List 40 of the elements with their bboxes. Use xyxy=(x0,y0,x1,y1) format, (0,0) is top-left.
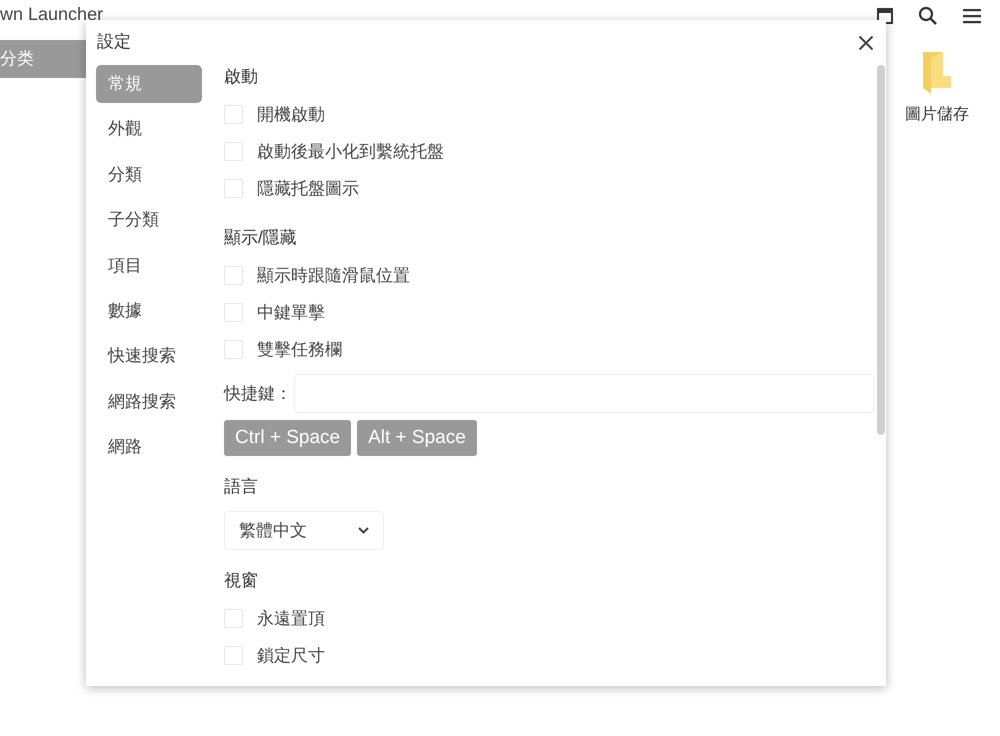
dialog-title: 設定 xyxy=(97,31,131,53)
search-icon[interactable] xyxy=(918,6,938,26)
checkbox-label: 啟動後最小化到繫統托盤 xyxy=(257,141,444,163)
section-heading: 啟動 xyxy=(224,66,259,88)
checkbox[interactable] xyxy=(224,609,243,628)
section-heading: 語言 xyxy=(224,476,259,498)
checkbox[interactable] xyxy=(224,142,243,161)
checkbox[interactable] xyxy=(224,303,243,322)
section-heading: 顯示/隱藏 xyxy=(224,227,298,249)
chevron-down-icon xyxy=(358,527,369,534)
folder-icon[interactable] xyxy=(921,50,953,96)
field-label: 快捷鍵： xyxy=(224,383,292,405)
checkbox-label: 雙擊任務欄 xyxy=(257,339,342,361)
checkbox[interactable] xyxy=(224,105,243,124)
nav-item[interactable]: 網路搜索 xyxy=(96,382,202,421)
checkbox[interactable] xyxy=(224,340,243,359)
section-heading: 視窗 xyxy=(224,570,259,592)
checkbox-label: 隱藏托盤圖示 xyxy=(257,178,359,200)
language-dropdown[interactable]: 繁體中文 xyxy=(224,511,384,550)
checkbox-label: 永遠置頂 xyxy=(257,608,325,630)
checkbox-label: 開機啟動 xyxy=(257,104,325,126)
checkbox-label: 鎖定尺寸 xyxy=(257,645,325,667)
checkbox[interactable] xyxy=(224,646,243,665)
checkbox-label: 顯示時跟隨滑鼠位置 xyxy=(257,265,410,287)
window-icon[interactable] xyxy=(876,7,894,25)
nav-item[interactable]: 子分類 xyxy=(96,201,202,240)
close-icon[interactable] xyxy=(858,34,874,50)
nav-item[interactable]: 分類 xyxy=(96,156,202,194)
nav-item[interactable]: 快速搜索 xyxy=(96,337,202,376)
folder-label: 圖片儲存 xyxy=(905,104,969,125)
checkbox[interactable] xyxy=(224,179,243,198)
menu-icon[interactable] xyxy=(962,8,982,24)
nav-item[interactable]: 外觀 xyxy=(96,110,202,148)
app-title: wn Launcher xyxy=(0,4,104,25)
scrollbar[interactable] xyxy=(877,65,885,435)
checkbox[interactable] xyxy=(224,266,243,285)
checkbox-label: 中鍵單擊 xyxy=(257,302,325,324)
nav-item[interactable]: 數據 xyxy=(96,292,202,330)
nav-item[interactable]: 項目 xyxy=(96,246,202,285)
nav-item[interactable]: 網路 xyxy=(96,428,202,466)
